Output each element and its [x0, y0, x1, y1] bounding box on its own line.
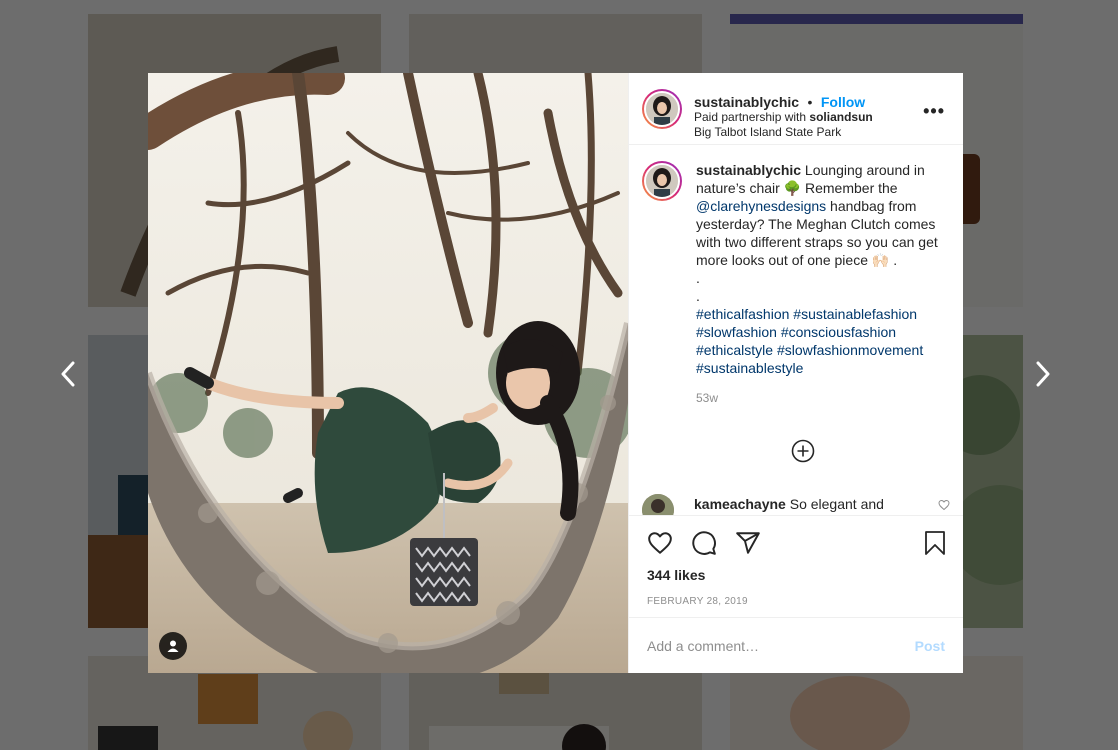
comment-username[interactable]: kameachayne — [694, 496, 786, 512]
partnership-prefix: Paid partnership with — [694, 110, 807, 124]
heart-icon[interactable] — [647, 530, 673, 556]
share-icon[interactable] — [735, 530, 761, 556]
add-comment-bar: Post — [629, 617, 963, 673]
post-image — [148, 73, 628, 673]
hashtag-link[interactable]: #consciousfashion — [781, 324, 896, 340]
location-link[interactable]: Big Talbot Island State Park — [694, 125, 873, 140]
partner-link[interactable]: soliandsun — [809, 110, 872, 124]
separator-dot: • — [807, 94, 813, 110]
post-sidebar: sustainablychic • Follow Paid partnershi… — [628, 73, 963, 673]
comment-avatar[interactable] — [642, 494, 674, 515]
caption-dot-1: . — [696, 270, 700, 286]
chevron-right-icon[interactable] — [1032, 360, 1054, 388]
comment-row: kameachayne So elegant and — [642, 494, 950, 515]
action-bar: 344 likes FEBRUARY 28, 2019 — [629, 515, 963, 617]
comment-heart-icon[interactable] — [938, 499, 950, 511]
caption-text: sustainablychic Lounging around in natur… — [696, 161, 949, 377]
hashtag-link[interactable]: #slowfashionmovement — [777, 342, 923, 358]
username-link[interactable]: sustainablychic — [694, 94, 799, 110]
more-icon[interactable]: ••• — [923, 101, 945, 122]
caption-username[interactable]: sustainablychic — [696, 162, 801, 178]
likes-count[interactable]: 344 likes — [647, 567, 705, 583]
post-header: sustainablychic • Follow Paid partnershi… — [629, 73, 963, 145]
avatar[interactable] — [642, 89, 682, 129]
mention-link[interactable]: @clarehynesdesigns — [696, 198, 826, 214]
comment-input[interactable] — [647, 637, 915, 654]
caption-dot-2: . — [696, 288, 700, 304]
post-photo[interactable] — [148, 73, 628, 673]
hashtag-link[interactable]: #ethicalstyle — [696, 342, 773, 358]
post-comment-button[interactable]: Post — [915, 638, 945, 654]
user-tag-icon[interactable] — [159, 632, 187, 660]
hashtags: #ethicalfashion #sustainablefashion #slo… — [696, 305, 949, 377]
partnership-line: Paid partnership with soliandsun — [694, 110, 873, 125]
chevron-left-icon[interactable] — [57, 360, 79, 388]
hashtag-link[interactable]: #slowfashion — [696, 324, 777, 340]
comment-icon[interactable] — [691, 530, 717, 556]
comment-body: So elegant and — [785, 496, 884, 512]
post-modal: sustainablychic • Follow Paid partnershi… — [148, 73, 963, 673]
action-icons — [647, 530, 779, 556]
bookmark-icon[interactable] — [923, 530, 947, 556]
caption: sustainablychic Lounging around in natur… — [642, 161, 949, 377]
caption-timestamp[interactable]: 53w — [696, 391, 949, 405]
caption-avatar[interactable] — [642, 161, 682, 201]
hashtag-link[interactable]: #sustainablefashion — [793, 306, 917, 322]
hashtag-link[interactable]: #sustainablestyle — [696, 360, 803, 376]
add-circle-icon[interactable] — [791, 439, 815, 463]
comments-area[interactable]: sustainablychic Lounging around in natur… — [629, 145, 963, 515]
hashtag-link[interactable]: #ethicalfashion — [696, 306, 789, 322]
comment-text: kameachayne So elegant and — [694, 495, 884, 513]
follow-button[interactable]: Follow — [821, 94, 865, 110]
post-header-text: sustainablychic • Follow Paid partnershi… — [694, 95, 873, 140]
post-date[interactable]: FEBRUARY 28, 2019 — [647, 596, 748, 607]
